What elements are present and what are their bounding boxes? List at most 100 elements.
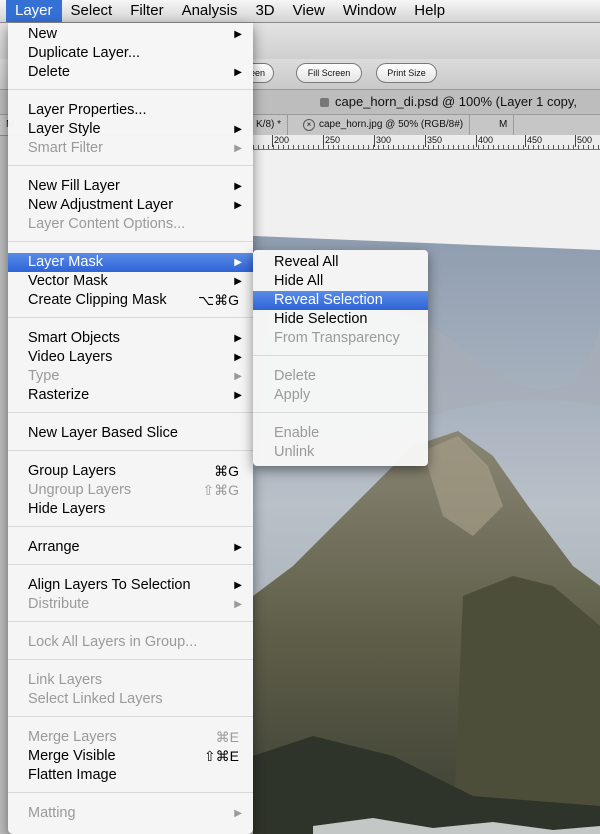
- menu-item-delete[interactable]: Delete ▶: [8, 63, 253, 82]
- menu-separator: [8, 412, 253, 413]
- submenu-item-reveal-all[interactable]: Reveal All: [253, 253, 428, 272]
- menu-item-label: Create Clipping Mask: [28, 292, 167, 308]
- submenu-item-hide-selection[interactable]: Hide Selection: [253, 310, 428, 329]
- submenu-arrow-icon: ▶: [234, 200, 242, 211]
- menu-item-merge-visible[interactable]: Merge Visible ⇧⌘E: [8, 747, 253, 766]
- menu-item-rasterize[interactable]: Rasterize ▶: [8, 386, 253, 405]
- submenu-item-label: Reveal All: [274, 254, 339, 270]
- menu-item-label: Layer Content Options...: [28, 216, 186, 232]
- menu-item-label: Vector Mask: [28, 273, 108, 289]
- submenu-item-from-transparency: From Transparency: [253, 329, 428, 348]
- tab-document-2[interactable]: K/8) *: [250, 115, 289, 135]
- menu-help[interactable]: Help: [405, 0, 454, 22]
- menu-item-label: Video Layers: [28, 349, 113, 365]
- menu-item-lock-all-layers-in-group: Lock All Layers in Group...: [8, 633, 253, 652]
- menu-item-label: Ungroup Layers: [28, 482, 132, 498]
- menu-item-layer-properties[interactable]: Layer Properties...: [8, 101, 253, 120]
- shortcut-label: ⇧⌘E: [203, 748, 239, 764]
- submenu-item-label: Enable: [274, 425, 320, 441]
- menu-separator: [8, 716, 253, 717]
- menu-separator: [8, 564, 253, 565]
- tab-cape-horn-label: cape_horn.jpg @ 50% (RGB/8#): [319, 119, 464, 130]
- menu-separator: [8, 241, 253, 242]
- submenu-arrow-icon: ▶: [234, 29, 242, 40]
- menu-item-align-layers-to-selection[interactable]: Align Layers To Selection ▶: [8, 576, 253, 595]
- horizontal-ruler: 200 250 300 350 400 450 500: [253, 135, 600, 150]
- menu-separator: [8, 792, 253, 793]
- menu-item-video-layers[interactable]: Video Layers ▶: [8, 348, 253, 367]
- submenu-item-enable: Enable: [253, 424, 428, 443]
- menu-separator: [8, 317, 253, 318]
- menu-item-hide-layers[interactable]: Hide Layers: [8, 500, 253, 519]
- menu-item-create-clipping-mask[interactable]: Create Clipping Mask ⌥⌘G: [8, 291, 253, 310]
- menu-item-smart-objects[interactable]: Smart Objects ▶: [8, 329, 253, 348]
- menu-item-label: New Layer Based Slice: [28, 425, 178, 441]
- menu-item-layer-content-options: Layer Content Options...: [8, 215, 253, 234]
- menu-item-label: Smart Filter: [28, 140, 103, 156]
- shortcut-label: ⌘E: [215, 729, 239, 745]
- fill-screen-button[interactable]: Fill Screen: [296, 63, 362, 83]
- submenu-arrow-icon: ▶: [234, 542, 242, 553]
- document-title: cape_horn_di.psd @ 100% (Layer 1 copy,: [320, 94, 600, 112]
- menu-item-label: Lock All Layers in Group...: [28, 634, 198, 650]
- print-size-button[interactable]: Print Size: [376, 63, 437, 83]
- menu-item-duplicate-layer[interactable]: Duplicate Layer...: [8, 44, 253, 63]
- menu-separator: [8, 165, 253, 166]
- menu-item-label: Align Layers To Selection: [28, 577, 191, 593]
- layer-menu: New ▶ Duplicate Layer... Delete ▶ Layer Pr…: [8, 23, 253, 834]
- submenu-item-label: Apply: [274, 387, 311, 403]
- menu-3d[interactable]: 3D: [246, 0, 283, 22]
- submenu-arrow-icon: ▶: [234, 599, 242, 610]
- menu-item-label: Duplicate Layer...: [28, 45, 141, 61]
- close-tab-icon[interactable]: ×: [303, 119, 315, 131]
- shortcut-label: ⌘G: [214, 463, 239, 479]
- menu-view[interactable]: View: [284, 0, 334, 22]
- menu-item-layer-style[interactable]: Layer Style ▶: [8, 120, 253, 139]
- menu-select[interactable]: Select: [62, 0, 122, 22]
- submenu-item-hide-all[interactable]: Hide All: [253, 272, 428, 291]
- menu-item-new-layer-based-slice[interactable]: New Layer Based Slice: [8, 424, 253, 443]
- menu-item-label: Hide Layers: [28, 501, 106, 517]
- submenu-item-label: Unlink: [274, 444, 315, 460]
- submenu-item-reveal-selection[interactable]: Reveal Selection: [253, 291, 428, 310]
- ruler-tick: 200: [272, 135, 290, 147]
- menu-layer[interactable]: Layer: [6, 0, 62, 22]
- submenu-arrow-icon: ▶: [234, 276, 242, 287]
- menu-item-new-fill-layer[interactable]: New Fill Layer ▶: [8, 177, 253, 196]
- menu-item-link-layers: Link Layers: [8, 671, 253, 690]
- ruler-tick: 400: [476, 135, 494, 147]
- menu-bar: Layer Select Filter Analysis 3D View Win…: [0, 0, 600, 23]
- menu-item-merge-layers: Merge Layers ⌘E: [8, 728, 253, 747]
- menu-item-type: Type ▶: [8, 367, 253, 386]
- menu-item-label: Rasterize: [28, 387, 90, 403]
- shortcut-label: ⇧⌘G: [202, 482, 239, 498]
- menu-window[interactable]: Window: [334, 0, 405, 22]
- menu-item-group-layers[interactable]: Group Layers ⌘G: [8, 462, 253, 481]
- menu-separator: [8, 526, 253, 527]
- tab-document-4[interactable]: M: [493, 115, 515, 135]
- menu-item-label: Type: [28, 368, 60, 384]
- menu-item-vector-mask[interactable]: Vector Mask ▶: [8, 272, 253, 291]
- menu-item-new-adjustment-layer[interactable]: New Adjustment Layer ▶: [8, 196, 253, 215]
- menu-item-label: Select Linked Layers: [28, 691, 163, 707]
- menu-separator: [253, 355, 428, 356]
- menu-item-label: Link Layers: [28, 672, 103, 688]
- submenu-arrow-icon: ▶: [234, 580, 242, 591]
- tab-cape-horn[interactable]: × cape_horn.jpg @ 50% (RGB/8#): [297, 115, 471, 135]
- menu-item-flatten-image[interactable]: Flatten Image: [8, 766, 253, 785]
- menu-item-label: New Fill Layer: [28, 178, 120, 194]
- menu-item-label: Layer Mask: [28, 254, 103, 270]
- menu-item-new[interactable]: New ▶: [8, 25, 253, 44]
- menu-item-smart-filter: Smart Filter ▶: [8, 139, 253, 158]
- menu-item-label: Layer Properties...: [28, 102, 147, 118]
- menu-filter[interactable]: Filter: [121, 0, 172, 22]
- submenu-arrow-icon: ▶: [234, 124, 242, 135]
- menu-item-label: Layer Style: [28, 121, 101, 137]
- menu-analysis[interactable]: Analysis: [173, 0, 247, 22]
- menu-item-arrange[interactable]: Arrange ▶: [8, 538, 253, 557]
- submenu-arrow-icon: ▶: [234, 257, 242, 268]
- menu-item-distribute: Distribute ▶: [8, 595, 253, 614]
- menu-separator: [8, 659, 253, 660]
- menu-item-label: Smart Objects: [28, 330, 120, 346]
- menu-item-layer-mask[interactable]: Layer Mask ▶: [8, 253, 253, 272]
